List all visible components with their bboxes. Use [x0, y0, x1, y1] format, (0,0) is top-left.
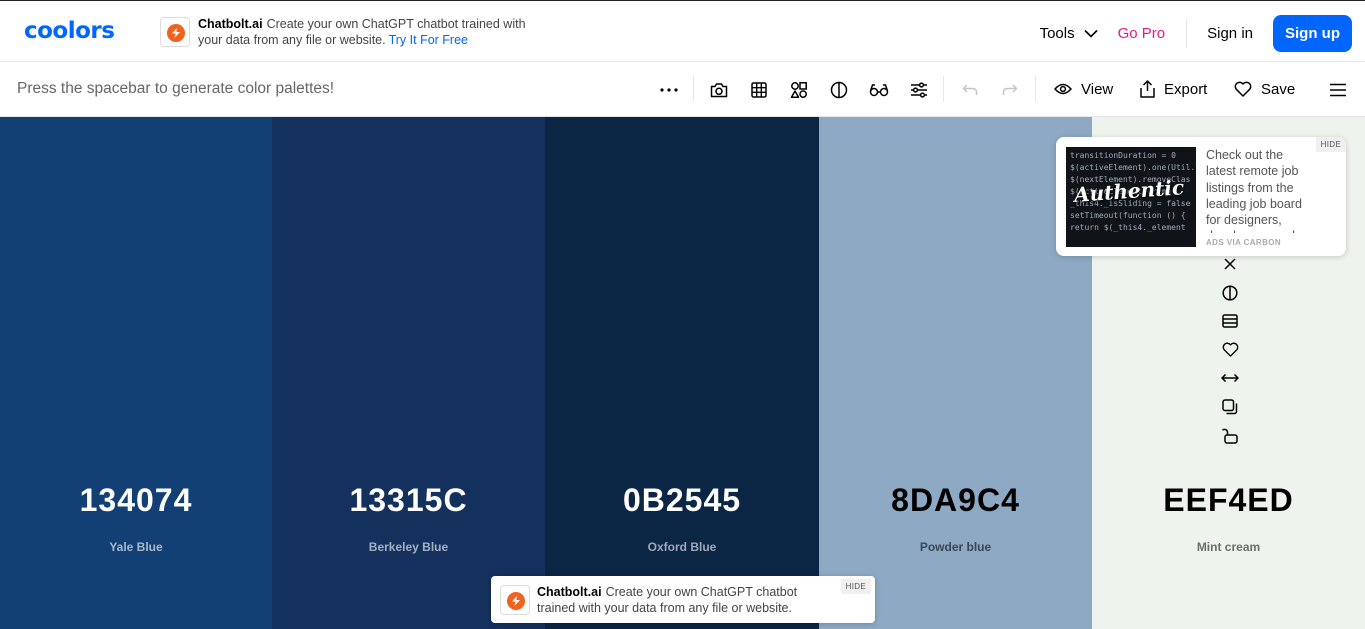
- top-ad[interactable]: Chatbolt.ai Create your own ChatGPT chatb…: [160, 15, 540, 51]
- lock-icon[interactable]: [1219, 425, 1241, 447]
- contrast-icon[interactable]: [829, 80, 849, 100]
- chevron-down-icon: [1084, 29, 1098, 38]
- chatbolt-logo-icon[interactable]: [160, 17, 190, 47]
- toolbar-divider: [693, 76, 694, 102]
- bottom-ad[interactable]: Chatbolt.ai Create your own ChatGPT chatb…: [491, 576, 875, 623]
- bottom-ad-text[interactable]: Chatbolt.ai Create your own ChatGPT chatb…: [537, 584, 827, 616]
- drag-icon[interactable]: [1219, 367, 1241, 389]
- hex-code[interactable]: 8DA9C4: [819, 482, 1092, 519]
- color-swatch[interactable]: 134074 Yale Blue: [0, 117, 272, 629]
- top-ad-cta[interactable]: Try It For Free: [389, 33, 468, 47]
- color-name[interactable]: Berkeley Blue: [272, 540, 545, 554]
- color-swatch[interactable]: 0B2545 Oxford Blue: [545, 117, 819, 629]
- camera-icon[interactable]: [709, 80, 729, 100]
- grid-icon[interactable]: [749, 80, 769, 100]
- carbon-ad[interactable]: transitionDuration = 0 $(activeElement).…: [1056, 137, 1346, 256]
- tools-label: Tools: [1039, 24, 1075, 42]
- toolbar-divider: [943, 76, 944, 102]
- go-pro-link[interactable]: Go Pro: [1118, 25, 1166, 42]
- top-ad-brand[interactable]: Chatbolt.ai: [198, 17, 263, 31]
- sign-in-link[interactable]: Sign in: [1207, 25, 1253, 42]
- view-label: View: [1081, 80, 1114, 98]
- color-swatch[interactable]: 13315C Berkeley Blue: [272, 117, 545, 629]
- color-name[interactable]: Oxford Blue: [545, 540, 819, 554]
- hex-code[interactable]: 0B2545: [545, 482, 819, 519]
- heart-icon[interactable]: [1219, 339, 1241, 361]
- eye-icon: [1054, 83, 1072, 95]
- ads-via-carbon[interactable]: ADS VIA CARBON: [1206, 238, 1281, 247]
- nav-right: Tools Go Pro Sign in Sign up: [1040, 14, 1352, 52]
- tools-menu[interactable]: Tools: [1040, 25, 1098, 42]
- top-ad-text[interactable]: Chatbolt.ai Create your own ChatGPT chatb…: [198, 16, 548, 48]
- ad-image-word: Authentic: [1073, 175, 1185, 207]
- redo-icon[interactable]: [1000, 80, 1020, 100]
- view-button[interactable]: View: [1054, 78, 1113, 100]
- close-icon[interactable]: [1219, 253, 1241, 275]
- sliders-icon[interactable]: [909, 80, 929, 100]
- hex-code[interactable]: 13315C: [272, 482, 545, 519]
- export-button[interactable]: Export: [1140, 78, 1207, 100]
- spacebar-hint: Press the spacebar to generate color pal…: [17, 80, 335, 97]
- nav-divider: [1186, 18, 1188, 48]
- color-name[interactable]: Mint cream: [1092, 540, 1365, 554]
- undo-icon[interactable]: [960, 80, 980, 100]
- share-icon: [1140, 80, 1155, 98]
- save-button[interactable]: Save: [1234, 78, 1295, 100]
- swatch-tools: [1219, 253, 1241, 453]
- color-name[interactable]: Powder blue: [819, 540, 1092, 554]
- export-label: Export: [1164, 80, 1208, 98]
- chatbolt-logo-icon[interactable]: [500, 585, 530, 615]
- contrast-icon[interactable]: [1219, 282, 1241, 304]
- toolbar: Press the spacebar to generate color pal…: [0, 62, 1365, 117]
- more-icon[interactable]: [659, 80, 679, 100]
- shapes-icon[interactable]: [789, 80, 809, 100]
- heart-icon: [1234, 81, 1252, 97]
- coolors-logo[interactable]: coolors: [24, 18, 115, 44]
- bottom-ad-brand[interactable]: Chatbolt.ai: [537, 585, 602, 599]
- hide-ad-button[interactable]: HIDE: [1315, 137, 1346, 152]
- copy-icon[interactable]: [1219, 396, 1241, 418]
- color-name[interactable]: Yale Blue: [0, 540, 272, 554]
- hide-ad-button[interactable]: HIDE: [840, 579, 871, 594]
- ad-image[interactable]: transitionDuration = 0 $(activeElement).…: [1066, 147, 1196, 247]
- top-nav: coolors Chatbolt.ai Create your own ChatG…: [0, 0, 1365, 62]
- sign-up-button[interactable]: Sign up: [1273, 14, 1352, 52]
- shades-icon[interactable]: [1219, 310, 1241, 332]
- hex-code[interactable]: EEF4ED: [1092, 482, 1365, 519]
- color-swatch[interactable]: 8DA9C4 Powder blue: [819, 117, 1092, 629]
- save-label: Save: [1261, 80, 1296, 98]
- hex-code[interactable]: 134074: [0, 482, 272, 519]
- glasses-icon[interactable]: [869, 80, 889, 100]
- carbon-ad-text[interactable]: Check out the latest remote job listings…: [1206, 147, 1316, 233]
- menu-icon[interactable]: [1328, 80, 1348, 100]
- toolbar-divider: [1035, 76, 1036, 102]
